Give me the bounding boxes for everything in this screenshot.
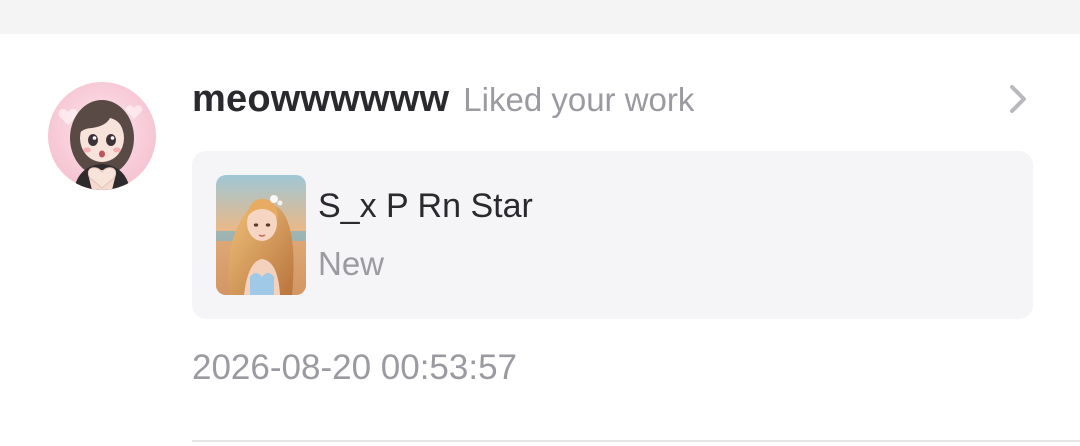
top-strip [0, 0, 1080, 34]
action-text: Liked your work [463, 81, 695, 118]
username[interactable]: meowwwwww [192, 78, 449, 121]
like-notification[interactable]: meowwwwww Liked your work S_x P Rn Star … [0, 34, 1080, 446]
avatar-illustration [58, 100, 143, 190]
work-thumbnail[interactable] [216, 175, 306, 295]
chevron-right-icon[interactable] [1006, 82, 1032, 116]
user-avatar[interactable] [48, 82, 156, 190]
notification-header: meowwwwww Liked your work [192, 78, 694, 124]
divider [192, 440, 1080, 442]
work-status: New [318, 245, 385, 282]
work-title: S_x P Rn Star [318, 187, 533, 225]
work-card[interactable]: S_x P Rn Star New [192, 151, 1033, 319]
timestamp: 2026-08-20 00:53:57 [192, 348, 517, 387]
